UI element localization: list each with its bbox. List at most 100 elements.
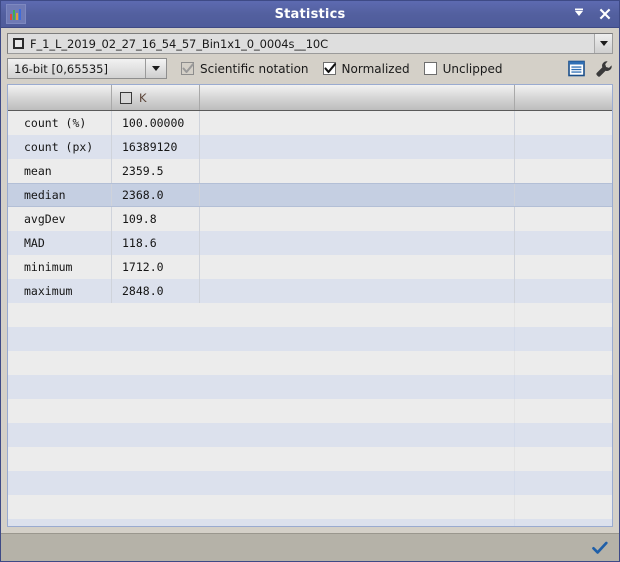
stat-empty-cell (515, 399, 612, 423)
table-row-empty[interactable] (8, 303, 612, 327)
text-report-icon[interactable] (568, 60, 585, 77)
wrench-icon[interactable] (595, 60, 613, 78)
stat-empty-cell (515, 447, 612, 471)
table-row[interactable]: count (%) 100.00000 (8, 111, 612, 135)
stat-empty-cell (8, 471, 112, 495)
unclipped-checkbox[interactable]: Unclipped (423, 61, 503, 76)
stat-name-cell: median (8, 184, 112, 206)
table-row[interactable]: minimum 1712.0 (8, 255, 612, 279)
roll-up-icon[interactable] (572, 7, 586, 21)
table-header-row: K (8, 85, 612, 111)
stat-name-cell: avgDev (8, 207, 112, 231)
table-row-empty[interactable] (8, 327, 612, 351)
column-header-k-label: K (139, 90, 147, 105)
stat-empty-cell (200, 471, 515, 495)
table-row-empty[interactable] (8, 423, 612, 447)
stat-empty-cell (200, 159, 515, 183)
table-row-empty[interactable] (8, 399, 612, 423)
table-row[interactable]: median 2368.0 (8, 183, 612, 207)
close-icon[interactable] (598, 7, 612, 21)
stat-empty-cell (200, 135, 515, 159)
title-bar[interactable]: Statistics (1, 1, 619, 28)
table-row-empty[interactable] (8, 519, 612, 526)
stat-empty-cell (200, 327, 515, 351)
range-combo[interactable]: 16-bit [0,65535] (7, 58, 167, 79)
scientific-notation-checkbox: Scientific notation (181, 62, 309, 76)
stat-empty-cell (200, 303, 515, 327)
stat-empty-cell (8, 519, 112, 526)
stat-empty-cell (515, 159, 612, 183)
title-bar-buttons (572, 7, 612, 21)
scientific-notation-label: Scientific notation (200, 61, 309, 76)
unclipped-label: Unclipped (442, 61, 503, 76)
stat-empty-cell (200, 447, 515, 471)
channel-k-checkbox[interactable] (120, 91, 132, 104)
stat-empty-cell (515, 519, 612, 526)
checkbox-box (181, 62, 194, 75)
stat-empty-cell (515, 111, 612, 135)
stat-empty-cell (8, 303, 112, 327)
normalized-checkbox[interactable]: Normalized (322, 62, 410, 76)
table-row[interactable]: MAD 118.6 (8, 231, 612, 255)
stat-empty-cell (112, 423, 200, 447)
stat-name-cell: MAD (8, 231, 112, 255)
stat-empty-cell (515, 207, 612, 231)
table-row-empty[interactable] (8, 351, 612, 375)
table-body: count (%) 100.00000 count (px) 16389120 mean… (8, 111, 612, 526)
checkbox-box (423, 62, 437, 75)
column-header-spacer-1[interactable] (200, 85, 515, 110)
stat-empty-cell (515, 231, 612, 255)
path-bar-container: F_1_L_2019_02_27_16_54_57_Bin1x1_0_0004s… (1, 28, 619, 54)
stat-value-cell: 16389120 (112, 135, 200, 159)
status-bar (1, 533, 619, 561)
table-row-empty[interactable] (8, 495, 612, 519)
stat-empty-cell (112, 519, 200, 526)
histogram-icon (6, 4, 26, 24)
stat-empty-cell (8, 327, 112, 351)
stat-empty-cell (200, 351, 515, 375)
source-image-combo[interactable]: F_1_L_2019_02_27_16_54_57_Bin1x1_0_0004s… (7, 33, 613, 54)
stat-empty-cell (8, 495, 112, 519)
range-combo-dropdown-button[interactable] (145, 59, 166, 78)
stat-empty-cell (200, 495, 515, 519)
stat-empty-cell (515, 495, 612, 519)
stat-empty-cell (515, 303, 612, 327)
stat-empty-cell (515, 327, 612, 351)
checkbox-box (322, 62, 336, 75)
stat-empty-cell (8, 447, 112, 471)
column-header-name[interactable] (8, 85, 112, 110)
stat-empty-cell (515, 279, 612, 303)
table-row[interactable]: count (px) 16389120 (8, 135, 612, 159)
stat-empty-cell (200, 279, 515, 303)
table-row-empty[interactable] (8, 375, 612, 399)
table-row-empty[interactable] (8, 447, 612, 471)
column-header-spacer-2[interactable] (515, 85, 612, 110)
stat-value-cell: 118.6 (112, 231, 200, 255)
source-image-dropdown-button[interactable] (594, 34, 612, 53)
blue-checkmark-icon[interactable] (591, 539, 609, 557)
table-row-empty[interactable] (8, 471, 612, 495)
stat-value-cell: 109.8 (112, 207, 200, 231)
stat-empty-cell (200, 399, 515, 423)
stat-empty-cell (515, 375, 612, 399)
window-title: Statistics (274, 6, 346, 22)
column-header-k[interactable]: K (112, 85, 200, 110)
source-image-name: F_1_L_2019_02_27_16_54_57_Bin1x1_0_0004s… (30, 36, 329, 51)
stat-empty-cell (8, 351, 112, 375)
stat-empty-cell (112, 399, 200, 423)
stat-empty-cell (112, 327, 200, 351)
table-row[interactable]: maximum 2848.0 (8, 279, 612, 303)
stat-empty-cell (8, 399, 112, 423)
stat-empty-cell (515, 255, 612, 279)
statistics-window: Statistics F_1_L_2019_02_27_16_54_57_Bin… (0, 0, 620, 562)
stat-value-cell: 1712.0 (112, 255, 200, 279)
stat-empty-cell (8, 423, 112, 447)
table-row[interactable]: avgDev 109.8 (8, 207, 612, 231)
stat-value-cell: 100.00000 (112, 111, 200, 135)
stat-empty-cell (8, 375, 112, 399)
stat-value-cell: 2368.0 (112, 184, 200, 206)
table-row[interactable]: mean 2359.5 (8, 159, 612, 183)
chevron-down-icon (152, 66, 160, 71)
stat-empty-cell (200, 255, 515, 279)
stat-empty-cell (112, 303, 200, 327)
